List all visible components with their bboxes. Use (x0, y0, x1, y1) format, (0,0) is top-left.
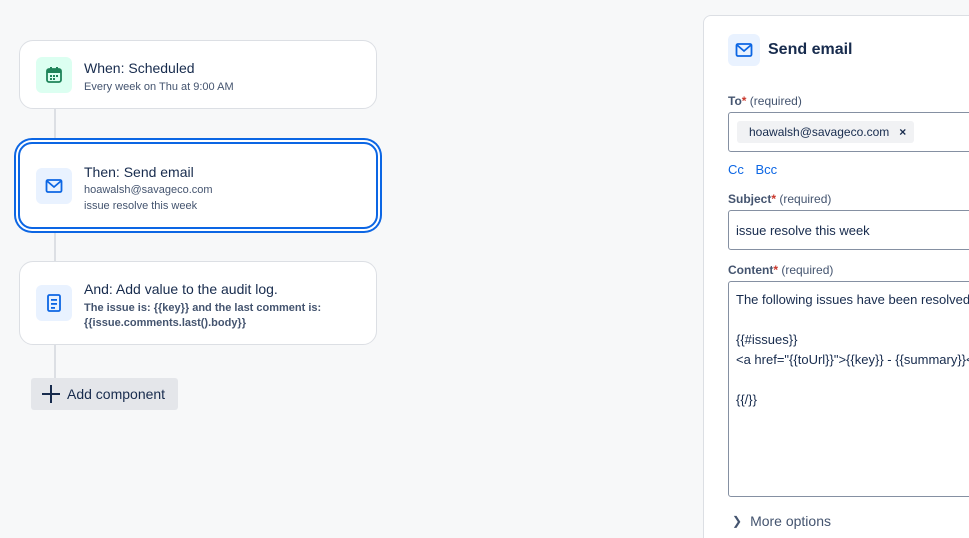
audit-line-2: {{issue.comments.last().body}} (84, 317, 246, 329)
audit-log-card[interactable]: And: Add value to the audit log. The iss… (19, 261, 377, 345)
mail-icon (728, 34, 760, 66)
content-line: <a href="{{toUrl}}">{{key}} - {{summary}… (736, 352, 969, 367)
cc-link[interactable]: Cc (728, 162, 744, 177)
subject-input[interactable]: issue resolve this week (728, 210, 969, 250)
connector-line (54, 229, 56, 261)
action-title: Then: Send email (84, 164, 194, 180)
bcc-link[interactable]: Bcc (756, 162, 778, 177)
to-label: To* (required) (728, 94, 802, 108)
action-subject: issue resolve this week (84, 200, 198, 212)
to-field[interactable]: hoawalsh@savageco.com × (728, 112, 969, 152)
subject-label: Subject* (required) (728, 192, 831, 206)
subject-value: issue resolve this week (736, 223, 870, 238)
chevron-right-icon: ❯ (732, 514, 743, 528)
recipient-chip: hoawalsh@savageco.com × (737, 121, 915, 143)
content-line: {{/}} (736, 392, 757, 407)
content-label: Content* (required) (728, 263, 833, 277)
recipient-email: hoawalsh@savageco.com (749, 125, 890, 139)
send-email-card[interactable]: Then: Send email hoawalsh@savageco.com i… (18, 142, 378, 229)
more-options-toggle[interactable]: ❯ More options (732, 513, 831, 529)
trigger-subtitle: Every week on Thu at 9:00 AM (84, 81, 234, 93)
mail-icon (36, 168, 72, 204)
send-email-panel: Send email To* (required) hoawalsh@savag… (703, 15, 969, 538)
content-textarea[interactable]: The following issues have been resolved … (728, 281, 969, 497)
required-star: * (773, 263, 778, 277)
subject-label-text: Subject (728, 192, 772, 206)
trigger-card[interactable]: When: Scheduled Every week on Thu at 9:0… (19, 40, 377, 109)
add-component-button[interactable]: Add component (31, 378, 178, 410)
connector-line (54, 345, 56, 378)
calendar-icon (36, 57, 72, 93)
to-label-text: To (728, 94, 742, 108)
panel-header: Send email (728, 34, 852, 66)
content-line: The following issues have been resolved (736, 292, 969, 307)
audit-line-1: The issue is: {{key}} and the last comme… (84, 302, 322, 314)
panel-title: Send email (768, 41, 853, 58)
cc-bcc-links: Cc Bcc (728, 162, 785, 177)
rule-flow: When: Scheduled Every week on Thu at 9:0… (0, 0, 700, 538)
required-hint: (required) (779, 192, 832, 206)
document-icon (36, 285, 72, 321)
plus-icon (42, 385, 60, 403)
required-star: * (741, 94, 747, 108)
audit-title: And: Add value to the audit log. (84, 281, 278, 297)
more-options-label: More options (750, 513, 831, 529)
content-line: {{#issues}} (736, 332, 798, 347)
add-component-label: Add component (67, 386, 166, 402)
trigger-title: When: Scheduled (84, 60, 195, 76)
required-hint: (required) (781, 263, 834, 277)
action-recipient: hoawalsh@savageco.com (84, 184, 213, 196)
remove-recipient-icon[interactable]: × (899, 125, 906, 139)
connector-line (54, 109, 56, 142)
required-hint: (required) (749, 94, 802, 108)
content-label-text: Content (728, 263, 774, 277)
required-star: * (771, 192, 777, 206)
